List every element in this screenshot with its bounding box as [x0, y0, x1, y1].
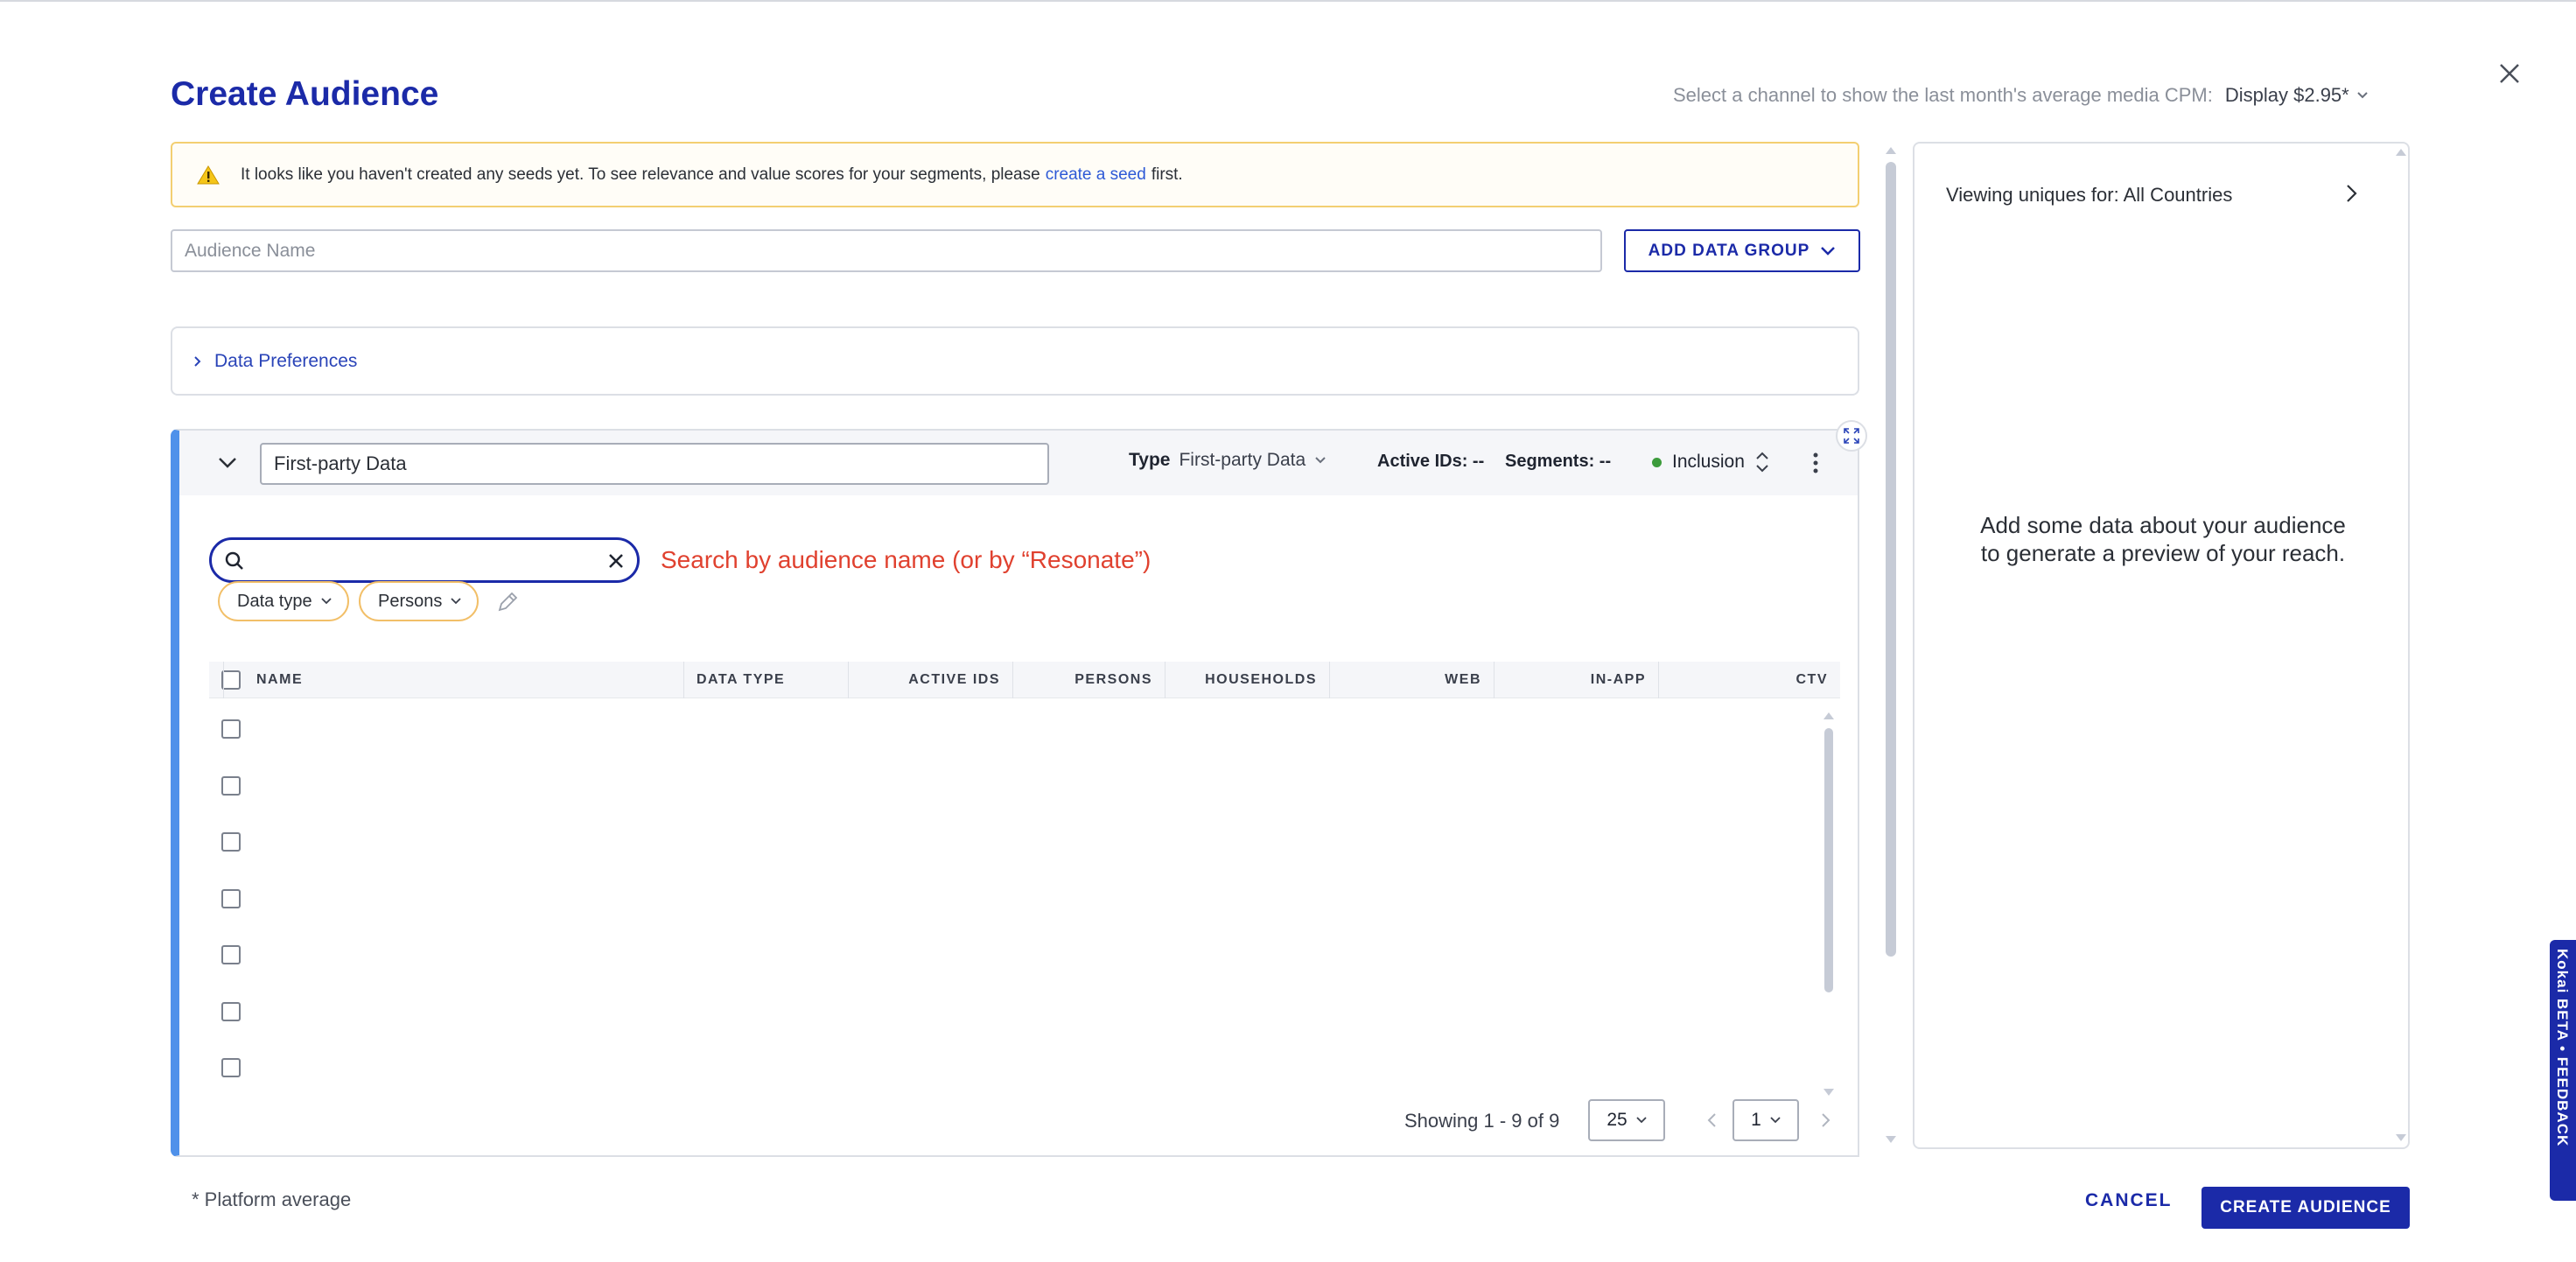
- page-title: Create Audience: [171, 75, 439, 113]
- row-checkbox[interactable]: [221, 945, 241, 964]
- sort-icon: [1756, 452, 1768, 473]
- chevron-right-icon[interactable]: [2340, 182, 2362, 205]
- page-size-select[interactable]: 25: [1588, 1099, 1665, 1141]
- cpm-label: Select a channel to show the last month'…: [1673, 84, 2213, 106]
- search-icon: [225, 551, 243, 570]
- inclusion-select[interactable]: Inclusion: [1652, 450, 1769, 474]
- data-group-type: Type First-party Data: [1129, 450, 1326, 471]
- main-scrollbar[interactable]: [1886, 162, 1896, 957]
- page-number-value: 1: [1751, 1110, 1761, 1130]
- data-preferences-label: Data Preferences: [214, 350, 358, 371]
- scroll-down-icon[interactable]: [1822, 1087, 1836, 1097]
- prev-page-icon[interactable]: [1704, 1111, 1721, 1129]
- audience-search-box: [209, 537, 640, 583]
- clear-icon[interactable]: [606, 550, 626, 571]
- cpm-value: Display $2.95*: [2224, 84, 2349, 106]
- filter-persons[interactable]: Persons: [359, 581, 480, 621]
- segments-stat: Segments: --: [1505, 452, 1612, 471]
- scroll-up-icon[interactable]: [1822, 711, 1836, 721]
- next-page-icon[interactable]: [1816, 1111, 1834, 1129]
- cpm-selector-row: Select a channel to show the last month'…: [1673, 84, 2369, 107]
- chevron-down-icon: [2357, 92, 2368, 99]
- type-select[interactable]: First-party Data: [1179, 450, 1326, 471]
- preview-message-line: Add some data about your audience: [1980, 512, 2346, 538]
- warning-icon: [197, 165, 220, 184]
- search-input[interactable]: [252, 547, 584, 575]
- data-group-name-input[interactable]: [260, 443, 1049, 485]
- no-seeds-warning: It looks like you haven't created any se…: [171, 142, 1859, 207]
- add-data-group-label: ADD DATA GROUP: [1648, 241, 1810, 260]
- column-data-type[interactable]: DATA TYPE: [684, 662, 849, 698]
- chevron-down-icon: [1770, 1117, 1781, 1124]
- column-households[interactable]: HOUSEHOLDS: [1166, 662, 1330, 698]
- row-checkbox[interactable]: [221, 1002, 241, 1021]
- expand-group-button[interactable]: [1836, 420, 1867, 452]
- chevron-down-icon: [1636, 1117, 1647, 1124]
- row-checkbox[interactable]: [221, 719, 241, 739]
- preview-empty-message: Add some data about your audience to gen…: [1914, 511, 2412, 567]
- column-in-app[interactable]: IN-APP: [1494, 662, 1659, 698]
- feedback-tab[interactable]: Kokai BETA • FEEDBACK: [2550, 940, 2576, 1201]
- inclusion-label: Inclusion: [1672, 452, 1745, 472]
- column-persons[interactable]: PERSONS: [1013, 662, 1166, 698]
- viewing-uniques-label: Viewing uniques for: All Countries: [1946, 184, 2233, 206]
- row-checkbox[interactable]: [221, 832, 241, 852]
- scroll-up-icon[interactable]: [2394, 147, 2408, 158]
- search-hint: Search by audience name (or by “Resonate…: [661, 546, 1152, 573]
- row-checkbox[interactable]: [221, 776, 241, 796]
- active-ids-stat: Active IDs: --: [1377, 452, 1485, 471]
- audience-name-input[interactable]: [171, 229, 1602, 272]
- filter-label: Persons: [378, 591, 443, 611]
- pagination-summary: Showing 1 - 9 of 9: [1404, 1110, 1560, 1132]
- chevron-down-icon: [1315, 457, 1326, 464]
- chevron-down-icon: [320, 598, 332, 605]
- cancel-button[interactable]: CANCEL: [2085, 1190, 2173, 1211]
- column-name[interactable]: NAME: [244, 662, 684, 698]
- page-size-value: 25: [1606, 1110, 1628, 1130]
- cpm-channel-select[interactable]: Display $2.95*: [2225, 84, 2369, 107]
- row-checkbox[interactable]: [221, 1058, 241, 1077]
- filter-data-type[interactable]: Data type: [218, 581, 349, 621]
- scroll-up-icon[interactable]: [1884, 145, 1898, 156]
- pencil-icon[interactable]: [496, 591, 519, 613]
- warning-text-end: first.: [1151, 165, 1183, 184]
- chevron-right-icon: [194, 355, 201, 367]
- data-group-panel: Type First-party Data Active IDs: -- Seg…: [171, 429, 1859, 1157]
- type-label: Type: [1129, 450, 1171, 470]
- data-group-header: Type First-party Data Active IDs: -- Seg…: [179, 431, 1858, 495]
- kebab-icon[interactable]: [1807, 450, 1824, 476]
- table-scrollbar[interactable]: [1824, 728, 1833, 992]
- create-audience-button[interactable]: CREATE AUDIENCE: [2202, 1187, 2410, 1229]
- data-preferences-toggle[interactable]: Data Preferences: [171, 326, 1859, 396]
- row-checkbox[interactable]: [221, 889, 241, 908]
- select-all-checkbox[interactable]: [221, 670, 241, 690]
- chevron-down-icon: [451, 598, 462, 605]
- scroll-down-icon[interactable]: [2394, 1132, 2408, 1143]
- segments-table-header: NAME DATA TYPE ACTIVE IDS PERSONS HOUSEH…: [209, 662, 1840, 698]
- chevron-down-icon[interactable]: [216, 452, 239, 474]
- expand-icon: [1844, 428, 1859, 444]
- type-value: First-party Data: [1179, 450, 1306, 470]
- column-web[interactable]: WEB: [1330, 662, 1494, 698]
- filter-label: Data type: [237, 591, 312, 611]
- inclusion-dot: [1652, 457, 1662, 467]
- page-number-select[interactable]: 1: [1732, 1099, 1799, 1141]
- column-ctv[interactable]: CTV: [1659, 662, 1840, 698]
- scroll-down-icon[interactable]: [1884, 1134, 1898, 1145]
- create-seed-link[interactable]: create a seed: [1046, 165, 1146, 185]
- column-active-ids[interactable]: ACTIVE IDS: [849, 662, 1013, 698]
- reach-preview-panel: Viewing uniques for: All Countries Add s…: [1913, 142, 2410, 1149]
- close-icon[interactable]: [2496, 60, 2524, 88]
- platform-average-note: * Platform average: [192, 1188, 352, 1210]
- top-border: [0, 0, 2576, 2]
- add-data-group-button[interactable]: ADD DATA GROUP: [1624, 229, 1860, 272]
- warning-text: It looks like you haven't created any se…: [241, 165, 1040, 184]
- chevron-down-icon: [1821, 246, 1836, 256]
- feedback-label: Kokai BETA • FEEDBACK: [2554, 949, 2571, 1147]
- preview-message-line: to generate a preview of your reach.: [1980, 540, 2346, 566]
